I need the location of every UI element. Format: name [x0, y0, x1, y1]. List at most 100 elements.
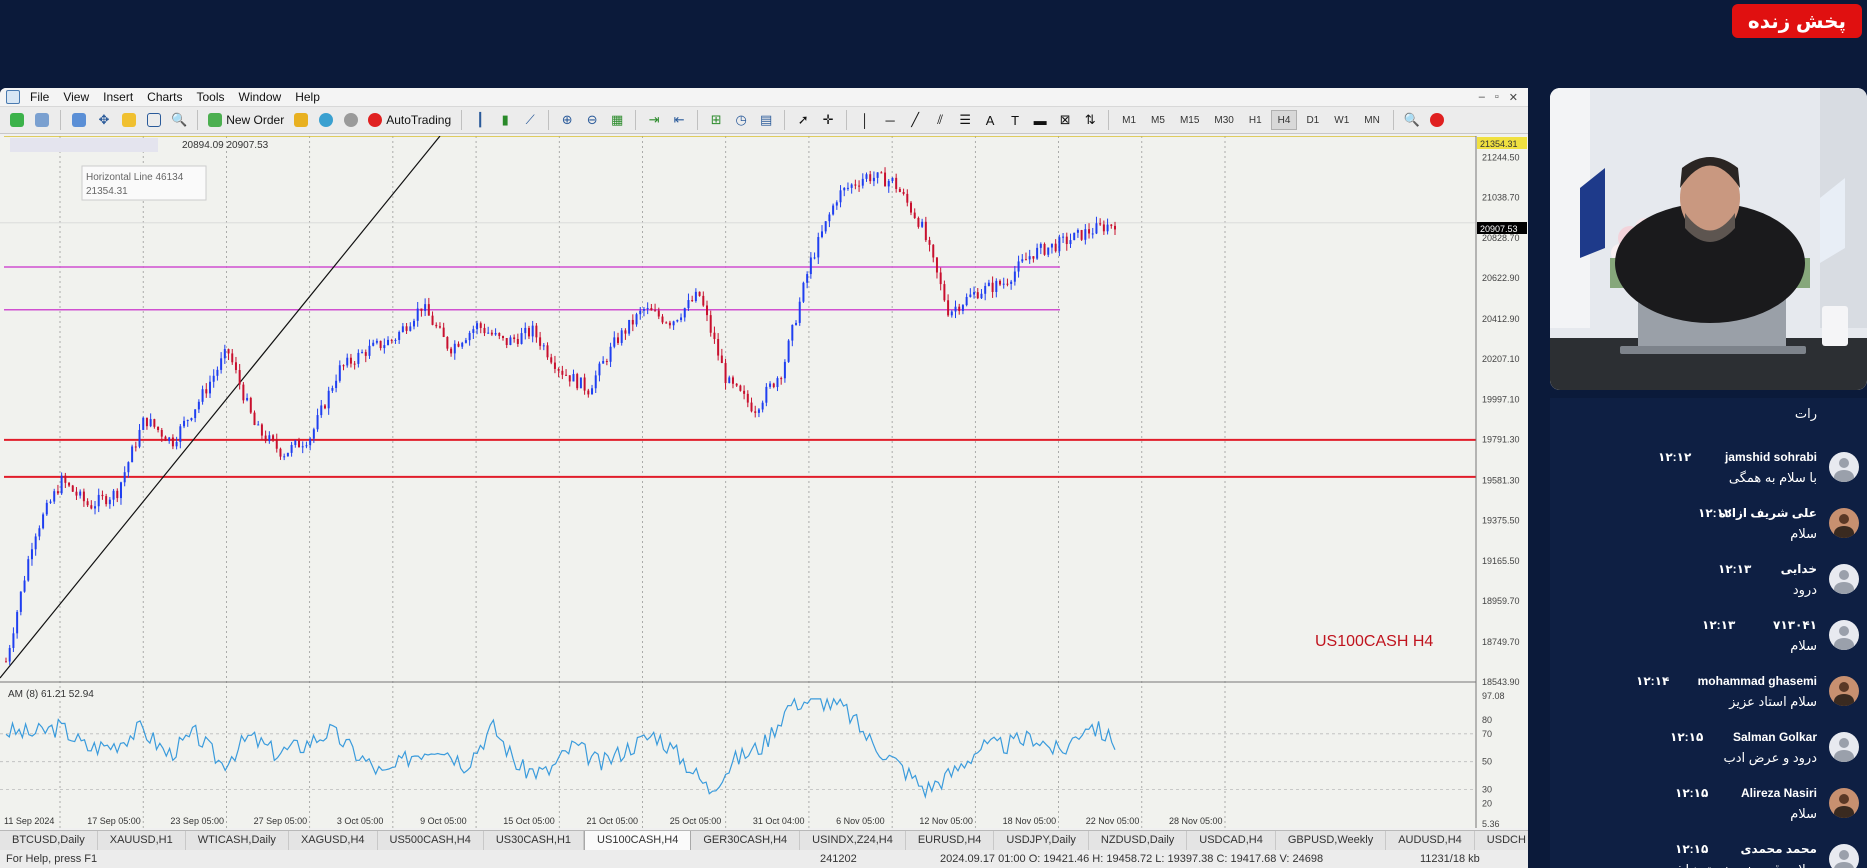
price-axis-label: 20828.70: [1482, 233, 1520, 243]
candle-body: [260, 424, 263, 436]
timeframe-m30[interactable]: M30: [1208, 110, 1239, 130]
templates-icon[interactable]: ▤: [755, 109, 777, 131]
menu-tools[interactable]: Tools: [193, 90, 235, 104]
market-icon[interactable]: [340, 109, 362, 131]
chart-tab[interactable]: USDJPY,Daily: [994, 831, 1089, 850]
menu-help[interactable]: Help: [291, 90, 330, 104]
cursor-icon[interactable]: ➚: [792, 109, 814, 131]
metaeditor-icon[interactable]: [290, 109, 312, 131]
autotrading-button[interactable]: AutoTrading: [365, 109, 454, 131]
tile-windows-icon[interactable]: ▦: [606, 109, 628, 131]
chart-tab[interactable]: GER30CASH,H4: [691, 831, 801, 850]
chat-text: رات: [1794, 406, 1817, 421]
data-window-icon[interactable]: [118, 109, 140, 131]
timeframe-d1[interactable]: D1: [1300, 110, 1325, 130]
x-axis-label: 15 Oct 05:00: [503, 816, 555, 826]
chart-area[interactable]: 21244.50 21038.70 20828.70 20622.90 20412.90…: [0, 136, 1528, 828]
timeframe-w1[interactable]: W1: [1328, 110, 1355, 130]
candle-body: [205, 389, 208, 394]
candle-body: [542, 345, 545, 347]
autoscroll-icon[interactable]: ⇥: [643, 109, 665, 131]
close-icon[interactable]: ✕: [1509, 91, 1518, 104]
crosshair-icon[interactable]: ✛: [817, 109, 839, 131]
candle-body: [609, 346, 612, 362]
notification-icon[interactable]: [1426, 109, 1448, 131]
chart-tab[interactable]: USDCAD,H4: [1187, 831, 1276, 850]
candle-body: [965, 296, 968, 306]
menu-file[interactable]: File: [26, 90, 59, 104]
chart-tab[interactable]: XAUUSD,H1: [98, 831, 186, 850]
price-chart[interactable]: 21244.50 21038.70 20828.70 20622.90 20412.90…: [0, 136, 1528, 828]
menu-window[interactable]: Window: [235, 90, 292, 104]
chat-username: خدایی: [1780, 562, 1817, 576]
candle-body: [505, 337, 508, 346]
chart-tab[interactable]: EURUSD,H4: [906, 831, 995, 850]
chart-tab[interactable]: USINDX,Z24,H4: [800, 831, 906, 850]
channel-icon[interactable]: ⫽: [929, 109, 951, 131]
new-chart-icon[interactable]: [6, 109, 28, 131]
vertical-line-icon[interactable]: │: [854, 109, 876, 131]
profiles-icon[interactable]: [31, 109, 53, 131]
status-help: For Help, press F1: [6, 853, 98, 865]
trendline-icon[interactable]: ╱: [904, 109, 926, 131]
x-axis-label: 9 Oct 05:00: [420, 816, 467, 826]
terminal-icon[interactable]: [143, 109, 165, 131]
chart-shift-icon[interactable]: ⇤: [668, 109, 690, 131]
rectangle-icon[interactable]: ▬: [1029, 109, 1051, 131]
line-chart-icon[interactable]: ⟋: [519, 109, 541, 131]
chart-tab[interactable]: US30CASH,H1: [484, 831, 585, 850]
candle-body: [520, 333, 523, 344]
menu-insert[interactable]: Insert: [99, 90, 143, 104]
menu-view[interactable]: View: [59, 90, 99, 104]
periods-icon[interactable]: ◷: [730, 109, 752, 131]
tester-icon[interactable]: 🔍: [168, 109, 190, 131]
timeframe-m15[interactable]: M15: [1174, 110, 1205, 130]
bar-chart-icon[interactable]: ┃: [469, 109, 491, 131]
timeframe-h4[interactable]: H4: [1270, 110, 1298, 130]
market-watch-icon[interactable]: [68, 109, 90, 131]
menu-charts[interactable]: Charts: [143, 90, 192, 104]
fibonacci-icon[interactable]: ☰: [954, 109, 976, 131]
indicators-icon[interactable]: ⊞: [705, 109, 727, 131]
timeframe-mn[interactable]: MN: [1358, 110, 1386, 130]
candle-body: [553, 362, 556, 369]
chart-tab[interactable]: BTCUSD,Daily: [0, 831, 98, 850]
candle-body: [227, 349, 230, 354]
timeframe-m1[interactable]: M1: [1116, 110, 1142, 130]
search-icon[interactable]: 🔍: [1401, 109, 1423, 131]
chart-tab[interactable]: WTICASH,Daily: [186, 831, 289, 850]
minimize-icon[interactable]: –: [1479, 91, 1485, 104]
zoom-in-icon[interactable]: ⊕: [556, 109, 578, 131]
timeframe-h1[interactable]: H1: [1243, 110, 1268, 130]
indicator-line: [5, 697, 1116, 800]
timeframe-m5[interactable]: M5: [1145, 110, 1171, 130]
gann-grid-icon[interactable]: ⊠: [1054, 109, 1076, 131]
indicator-axis-label: 30: [1482, 785, 1492, 795]
candle-body: [30, 549, 33, 560]
new-order-button[interactable]: New Order: [205, 109, 287, 131]
horizontal-line-icon[interactable]: ─: [879, 109, 901, 131]
candle-body: [286, 452, 289, 457]
chart-tab[interactable]: US100CASH,H4: [584, 831, 692, 850]
zoom-out-icon[interactable]: ⊖: [581, 109, 603, 131]
x-axis-label: 22 Nov 05:00: [1086, 816, 1140, 826]
price-axis-label: 19581.30: [1482, 475, 1520, 485]
candle-body: [320, 405, 323, 416]
app-icon: [6, 90, 20, 104]
chart-tab[interactable]: AUDUSD,H4: [1386, 831, 1475, 850]
chart-tab[interactable]: USDCH: [1475, 831, 1528, 850]
signals-icon[interactable]: [315, 109, 337, 131]
text-icon[interactable]: A: [979, 109, 1001, 131]
navigator-icon[interactable]: ✥: [93, 109, 115, 131]
restore-icon[interactable]: ▫: [1495, 91, 1499, 104]
chart-tab[interactable]: GBPUSD,Weekly: [1276, 831, 1387, 850]
chart-tab[interactable]: NZDUSD,Daily: [1089, 831, 1188, 850]
avatar-icon: [1829, 508, 1859, 538]
candle-body: [97, 494, 100, 507]
arrows-icon[interactable]: ⇅: [1079, 109, 1101, 131]
text-label-icon[interactable]: T: [1004, 109, 1026, 131]
chart-tab[interactable]: XAGUSD,H4: [289, 831, 378, 850]
candlestick-icon[interactable]: ▮: [494, 109, 516, 131]
chart-tab[interactable]: US500CASH,H4: [378, 831, 484, 850]
toolbar-separator: [635, 110, 637, 130]
